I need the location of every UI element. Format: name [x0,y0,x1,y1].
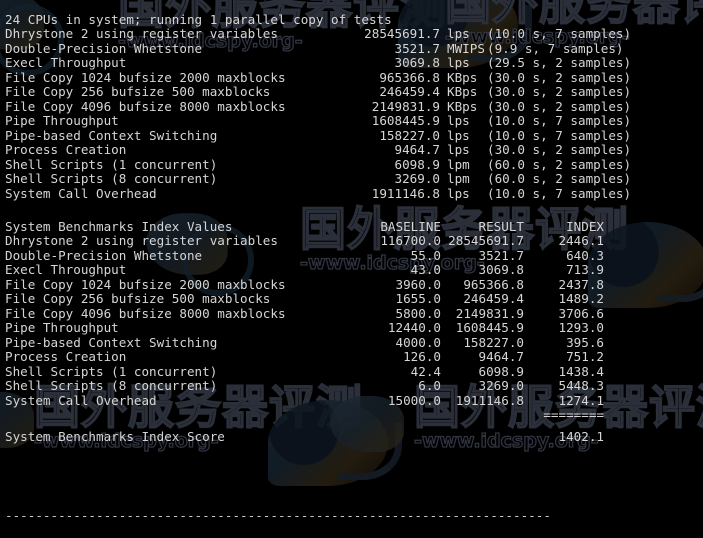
index-row-index: 713.9 [566,262,604,278]
index-table-row: Shell Scripts (8 concurrent) 6.0 3269.0 544… [0,379,703,394]
index-row-index: 1438.4 [558,363,605,379]
index-table-header-row: System Benchmarks Index Values BASELINE RE… [0,218,703,235]
index-table-row: Double-Precision Whetstone 55.0 3521.7 640.… [0,247,703,264]
benchmark-detail: (10.0 s, 7 samples) [487,113,632,128]
cpu-header-text: 24 CPUs in system; running 1 parallel co… [5,11,392,27]
index-row-index: 751.2 [566,349,604,365]
benchmark-unit: lps [447,113,470,128]
benchmark-value: 3269.0 [394,171,441,186]
index-table-row: Pipe-based Context Switching 4000.0 158227… [0,334,703,351]
benchmark-value: 1608445.9 [371,113,440,128]
index-table-row: File Copy 256 bufsize 500 maxblocks 1655.… [0,292,703,307]
benchmark-unit: KBps [447,84,478,99]
index-table-row: Dhrystone 2 using register variables 1167… [0,234,703,249]
benchmark-row: File Copy 1024 bufsize 2000 maxblocks 965… [0,69,703,86]
benchmark-value: 3521.7 [394,40,441,56]
benchmark-unit: lps [447,55,470,70]
benchmark-row: Shell Scripts (1 concurrent) 6098.9 lpm (60… [0,156,703,173]
index-row-index: 1293.0 [558,320,605,336]
benchmark-value: 246459.4 [379,84,440,99]
index-row-index: 395.6 [566,334,604,350]
benchmark-unit: lpm [447,156,470,172]
benchmark-detail: (10.0 s, 7 samples) [487,26,632,41]
benchmark-unit: lps [447,26,470,41]
benchmark-row: File Copy 4096 bufsize 8000 maxblocks 214… [0,98,703,115]
terminal-output[interactable]: 24 CPUs in system; running 1 parallel co… [0,0,703,523]
index-row-index: 640.3 [566,247,604,263]
benchmark-value: 2149831.9 [371,98,440,114]
index-score-value: 1402.1 [558,429,605,445]
index-row-index: 5448.3 [558,378,605,394]
benchmark-row: Process Creation 9464.7 lps (30.0 s, 2 samp… [0,142,703,158]
bottom-separator-line: ----------------------------------------… [0,494,703,523]
benchmark-row: File Copy 256 bufsize 500 maxblocks 24645… [0,84,703,100]
benchmark-unit: KBps [447,69,478,85]
index-table-row: Shell Scripts (1 concurrent) 42.4 6098.9 14… [0,363,703,380]
index-row-index: 3706.6 [558,305,605,321]
index-row-index: 1274.1 [558,392,605,408]
index-table-row: System Call Overhead 15000.0 1911146.8 1274… [0,392,703,409]
benchmark-value: 28545691.7 [364,26,440,41]
bottom-separator-text: ----------------------------------------… [5,508,551,523]
index-row-index: 1489.2 [558,291,605,307]
benchmark-value: 158227.0 [379,127,440,143]
benchmark-value: 965366.8 [379,69,440,85]
benchmark-detail: (30.0 s, 2 samples) [487,142,632,157]
benchmark-detail: (30.0 s, 2 samples) [487,84,632,99]
benchmark-unit: lps [447,142,470,157]
benchmark-row: Double-Precision Whetstone 3521.7 MWIPS (9.… [0,40,703,57]
benchmark-value: 9464.7 [394,142,441,157]
index-table-row: Execl Throughput 43.0 3069.8 713.9 [0,263,703,278]
benchmark-detail: (30.0 s, 2 samples) [487,98,632,114]
benchmark-row: Execl Throughput 3069.8 lps (29.5 s, 2 samp… [0,55,703,71]
index-row-index: 2437.8 [558,276,605,292]
column-header-index: INDEX [566,218,604,234]
benchmark-value: 1911146.8 [371,185,440,201]
index-score-separator-text: ======== [543,407,604,423]
benchmark-unit: lps [447,185,470,201]
index-table-row: Pipe Throughput 12440.0 1608445.9 1293.0 [0,321,703,336]
cpu-header-line: 24 CPUs in system; running 1 parallel co… [0,0,703,26]
index-table-row: Process Creation 126.0 9464.7 751.2 [0,350,703,365]
index-table-row: File Copy 4096 bufsize 8000 maxblocks 580… [0,305,703,322]
benchmark-detail: (29.5 s, 2 samples) [487,55,632,70]
benchmark-value: 6098.9 [394,156,441,172]
index-score-separator: ======== [0,408,703,423]
benchmark-detail: (60.0 s, 2 samples) [487,156,632,172]
benchmark-row: Shell Scripts (8 concurrent) 3269.0 lpm (60… [0,171,703,187]
benchmark-detail: (9.9 s, 7 samples) [487,40,624,56]
benchmark-unit: lps [447,127,470,143]
benchmark-detail: (30.0 s, 2 samples) [487,69,632,85]
benchmark-detail: (10.0 s, 7 samples) [487,185,632,201]
benchmark-unit: lpm [447,171,470,186]
benchmark-row: System Call Overhead 1911146.8 lps (10.0 s,… [0,185,703,202]
benchmark-row: Dhrystone 2 using register variables 2854… [0,26,703,42]
benchmark-value: 3069.8 [394,55,441,70]
index-row-index: 2446.1 [558,233,605,249]
benchmark-row: Pipe Throughput 1608445.9 lps (10.0 s, 7 sa… [0,113,703,129]
benchmark-row: Pipe-based Context Switching 158227.0 lps(… [0,127,703,144]
benchmark-unit: KBps [447,98,478,114]
index-table-row: File Copy 1024 bufsize 2000 maxblocks 396… [0,276,703,293]
benchmark-unit: MWIPS [447,40,485,56]
index-score-row: System Benchmarks Index Score 1402.1 [0,430,703,445]
benchmark-detail: (10.0 s, 7 samples) [487,127,632,143]
benchmark-detail: (60.0 s, 2 samples) [487,171,632,186]
